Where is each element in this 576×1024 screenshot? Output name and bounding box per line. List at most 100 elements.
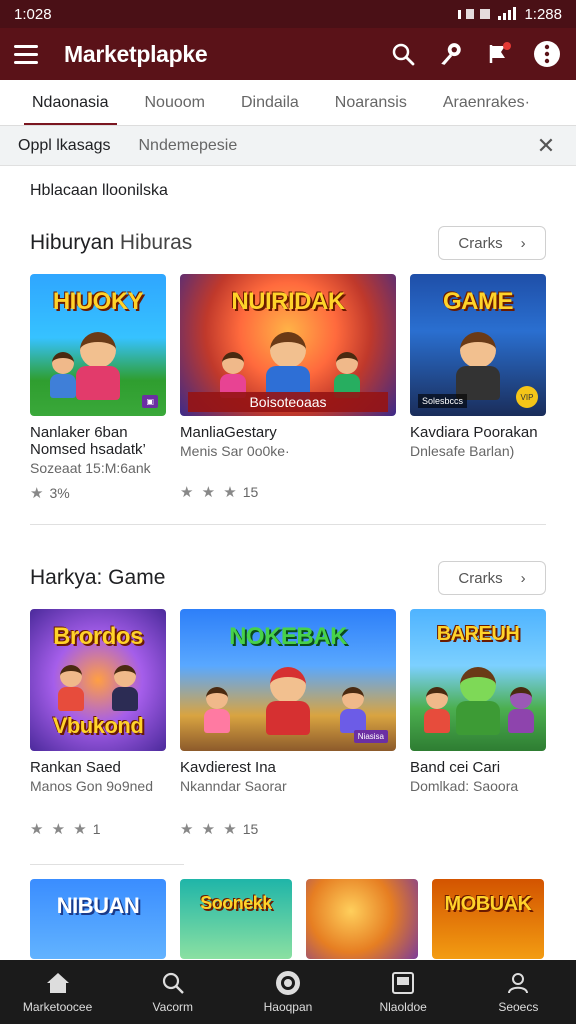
thumbnail-badge: Niasisa	[353, 730, 388, 743]
thumbnail-banner: Boisoteoaas	[188, 392, 388, 412]
app-thumbnail: NOKEBAK Niasisa	[180, 609, 396, 751]
app-card[interactable]: NIBUAN	[30, 879, 166, 959]
tab-3[interactable]: Noaransis	[317, 80, 425, 125]
tab-0[interactable]: Ndaonasia	[14, 80, 127, 125]
card-subtitle: Dnlesafe Barlan)	[410, 443, 515, 459]
card-name: Nanlaker 6ban	[30, 424, 128, 441]
section-header-1: Hiburyan Hiburas Crarks ›	[30, 226, 546, 260]
subhead: Hblacaan lloonilska	[30, 182, 168, 199]
home-icon	[45, 970, 71, 996]
thumbnail-title: Soonekk	[200, 893, 272, 913]
thumbnail-title: NIBUAN	[56, 893, 140, 918]
key-icon[interactable]	[436, 39, 466, 69]
app-thumbnail: MOBUAK	[432, 879, 544, 959]
chevron-right-icon: ›	[520, 569, 526, 587]
app-thumbnail: GAME Solesbccs VIP	[410, 274, 546, 416]
app-card[interactable]: Brordos Vbukond Rankan Saed Manos Gon 9o…	[30, 609, 166, 838]
app-card[interactable]: NUIRIDAK Boisoteoaas ManliaGestary Menis…	[180, 274, 396, 502]
app-card[interactable]: Soonekk	[180, 879, 292, 959]
nav-label: Seoecs	[498, 1000, 539, 1014]
status-time-left: 1:028	[14, 5, 52, 23]
app-card[interactable]: BAREUH Band cei Cari Domlkad: Saoora	[410, 609, 546, 838]
more-vert-icon[interactable]	[532, 39, 562, 69]
app-thumbnail: HIUOKY ▣	[30, 274, 166, 416]
status-right: 1:288	[458, 6, 562, 23]
see-more-button-1[interactable]: Crarks ›	[438, 226, 546, 260]
thumbnail-chip: Solesbccs	[418, 394, 468, 408]
rating-value: 1	[92, 821, 101, 837]
nav-item-target[interactable]: Haoqpan	[238, 970, 338, 1014]
card-rating: ★ 3%	[30, 484, 166, 502]
card-subtitle: Nkanndar Saorar	[180, 778, 287, 794]
thumbnail-title: MOBUAK	[444, 893, 533, 915]
app-card[interactable]: HIUOKY ▣ Nanlaker 6ban Nomsed hsadatk’ S…	[30, 274, 166, 502]
nav-item-home[interactable]: Marketoocee	[8, 970, 108, 1014]
card-name: Kavdierest Ina	[180, 759, 276, 776]
thumbnail-title: Brordos	[53, 623, 143, 650]
section-header-2: Harkya: Game Crarks ›	[30, 561, 546, 595]
nav-item-search[interactable]: Vacorm	[123, 970, 223, 1014]
card-name: Kavdiara Poorakan	[410, 424, 538, 441]
card-name: ManliaGestary	[180, 424, 277, 441]
nav-label: Nlaoldoe	[379, 1000, 427, 1014]
card-rating: ★ ★ ★ 1	[30, 820, 166, 838]
tab-1[interactable]: Nouoom	[127, 80, 223, 125]
library-icon	[390, 970, 416, 996]
menu-icon[interactable]	[14, 39, 44, 69]
card-row-2: Brordos Vbukond Rankan Saed Manos Gon 9o…	[30, 609, 576, 838]
nav-label: Haoqpan	[263, 1000, 313, 1014]
notification-dot	[503, 42, 511, 50]
star-icon: ★ ★ ★	[180, 484, 239, 501]
nav-item-library[interactable]: Nlaoldoe	[353, 970, 453, 1014]
signal-icon	[458, 7, 517, 20]
tab-2[interactable]: Dindaila	[223, 80, 317, 125]
see-more-button-2[interactable]: Crarks ›	[438, 561, 546, 595]
section-title-1: Hiburyan Hiburas	[30, 231, 192, 255]
coin-icon: VIP	[516, 386, 538, 408]
app-thumbnail	[306, 879, 418, 959]
tab-4[interactable]: Araenrakes·	[425, 80, 548, 125]
filter-bar: Oppl lkasags Nndemepesie ✕	[0, 126, 576, 166]
rating-value: 3%	[49, 485, 70, 501]
app-actions	[388, 39, 562, 69]
nav-item-profile[interactable]: Seoecs	[468, 970, 568, 1014]
card-row-1: HIUOKY ▣ Nanlaker 6ban Nomsed hsadatk’ S…	[30, 274, 576, 502]
app-thumbnail: Brordos Vbukond	[30, 609, 166, 751]
star-icon: ★	[30, 485, 46, 502]
app-bar: Marketplapke	[0, 28, 576, 80]
card-subtitle: Menis Sar 0o0ke·	[180, 443, 290, 459]
card-rating: ★ ★ ★ 15	[180, 820, 396, 838]
section-title-bold: Hiburyan	[30, 231, 115, 254]
thumbnail-title: NUIRIDAK	[231, 288, 345, 315]
filter-chip[interactable]: Oppl lkasags	[18, 137, 111, 155]
section-divider	[30, 524, 546, 525]
section-title-rest: Hiburas	[114, 231, 193, 254]
card-row-3: NIBUAN Soonekk MOBUAK	[30, 879, 576, 959]
star-icon: ★ ★ ★	[30, 821, 89, 838]
app-title: Marketplapke	[64, 40, 208, 67]
close-icon[interactable]: ✕	[534, 133, 558, 159]
target-icon	[275, 970, 301, 996]
app-card[interactable]	[306, 879, 418, 959]
nav-label: Marketoocee	[22, 1000, 93, 1014]
flag-icon[interactable]	[484, 39, 514, 69]
search-icon[interactable]	[388, 39, 418, 69]
app-thumbnail: NIBUAN	[30, 879, 166, 959]
nav-label: Vacorm	[152, 1000, 193, 1014]
category-tabs: Ndaonasia Nouoom Dindaila Noaransis Arae…	[0, 80, 576, 126]
card-name: Band cei Cari	[410, 759, 501, 776]
search-icon	[160, 970, 186, 996]
app-card[interactable]: GAME Solesbccs VIP Kavdiara Poorakan Dnl…	[410, 274, 546, 502]
filter-secondary[interactable]: Nndemepesie	[139, 137, 507, 155]
thumbnail-title-2: Vbukond	[52, 713, 144, 738]
app-card[interactable]: NOKEBAK Niasisa Kavdierest Ina Nkanndar …	[180, 609, 396, 838]
card-name: Rankan Saed	[30, 759, 121, 776]
card-name-2: Nomsed hsadatk’	[30, 441, 146, 458]
app-thumbnail: BAREUH	[410, 609, 546, 751]
thumbnail-title: HIUOKY	[52, 288, 144, 315]
chevron-right-icon: ›	[520, 234, 526, 252]
thumbnail-title: BAREUH	[436, 623, 520, 645]
app-card[interactable]: MOBUAK	[432, 879, 544, 959]
app-thumbnail: NUIRIDAK Boisoteoaas	[180, 274, 396, 416]
main-content: Hblacaan lloonilska Hiburyan Hiburas Cra…	[0, 182, 576, 959]
